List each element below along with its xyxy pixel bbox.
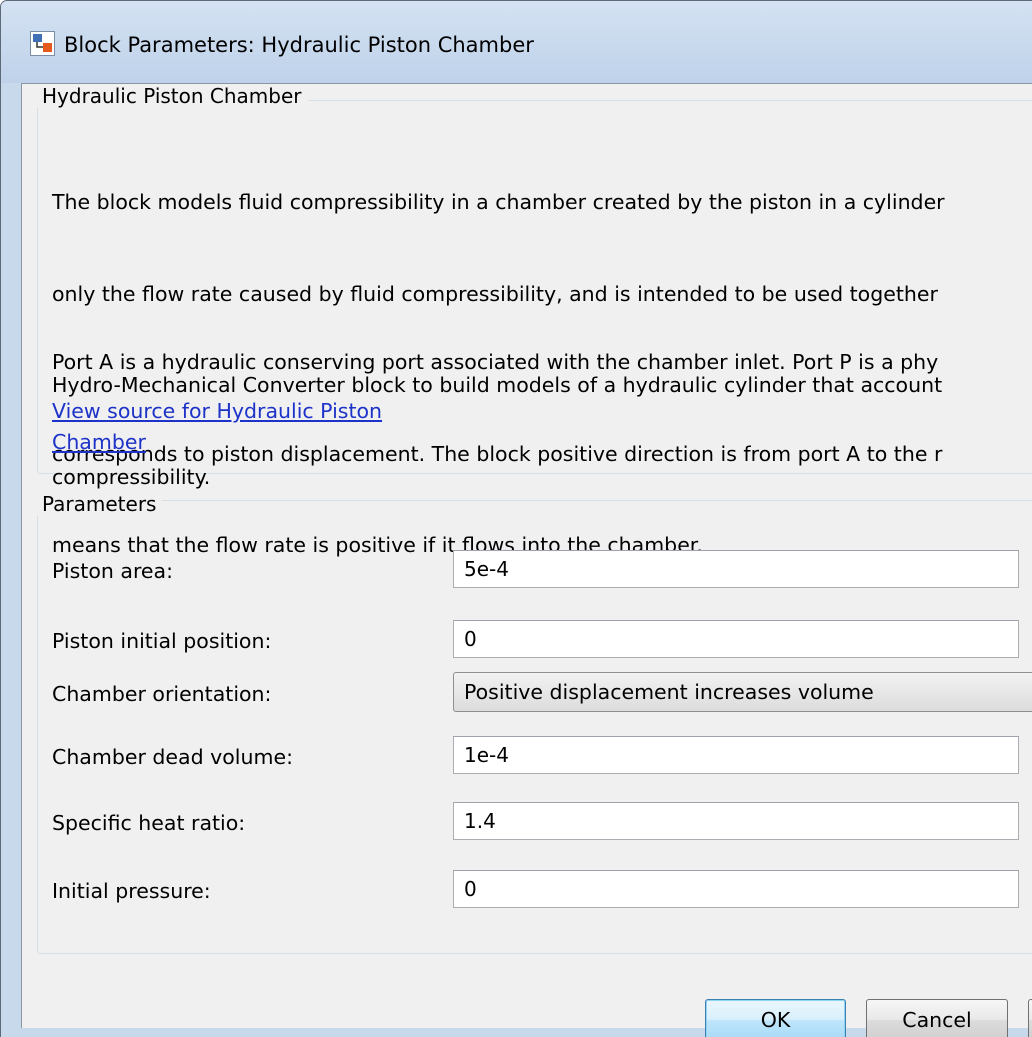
chamber-orientation-label: Chamber orientation: xyxy=(52,682,272,706)
piston-initial-position-label: Piston initial position: xyxy=(52,629,272,653)
window-title: Block Parameters: Hydraulic Piston Chamb… xyxy=(64,33,534,57)
title-bar[interactable]: Block Parameters: Hydraulic Piston Chamb… xyxy=(1,1,1032,83)
view-source-link[interactable]: View source for Hydraulic Piston xyxy=(52,396,382,427)
description-line: corresponds to piston displacement. The … xyxy=(52,441,943,466)
description-group-title: Hydraulic Piston Chamber xyxy=(36,84,308,108)
chamber-orientation-select[interactable]: Positive displacement increases volume xyxy=(453,672,1032,712)
specific-heat-ratio-field[interactable]: 1.4 xyxy=(453,802,1019,840)
parameters-group-title: Parameters xyxy=(36,492,163,516)
chamber-dead-volume-field[interactable]: 1e-4 xyxy=(453,736,1019,774)
description-line: The block models fluid compressibility i… xyxy=(52,190,945,214)
ok-button[interactable]: OK xyxy=(705,999,846,1037)
dialog-window: Block Parameters: Hydraulic Piston Chamb… xyxy=(0,0,1032,1037)
view-source-link-continued[interactable]: Chamber xyxy=(52,427,146,458)
dialog-body: Hydraulic Piston Chamber The block model… xyxy=(21,83,1032,1037)
simulink-block-icon xyxy=(30,31,55,56)
piston-area-field[interactable]: 5e-4 xyxy=(453,550,1019,588)
piston-area-label: Piston area: xyxy=(52,559,173,583)
cancel-button[interactable]: Cancel xyxy=(866,999,1008,1037)
description-line: Port A is a hydraulic conserving port as… xyxy=(52,350,939,374)
help-button[interactable] xyxy=(1028,999,1032,1037)
piston-initial-position-field[interactable]: 0 xyxy=(453,620,1019,658)
initial-pressure-label: Initial pressure: xyxy=(52,879,211,903)
chamber-dead-volume-label: Chamber dead volume: xyxy=(52,745,293,769)
initial-pressure-field[interactable]: 0 xyxy=(453,870,1019,908)
specific-heat-ratio-label: Specific heat ratio: xyxy=(52,811,246,835)
